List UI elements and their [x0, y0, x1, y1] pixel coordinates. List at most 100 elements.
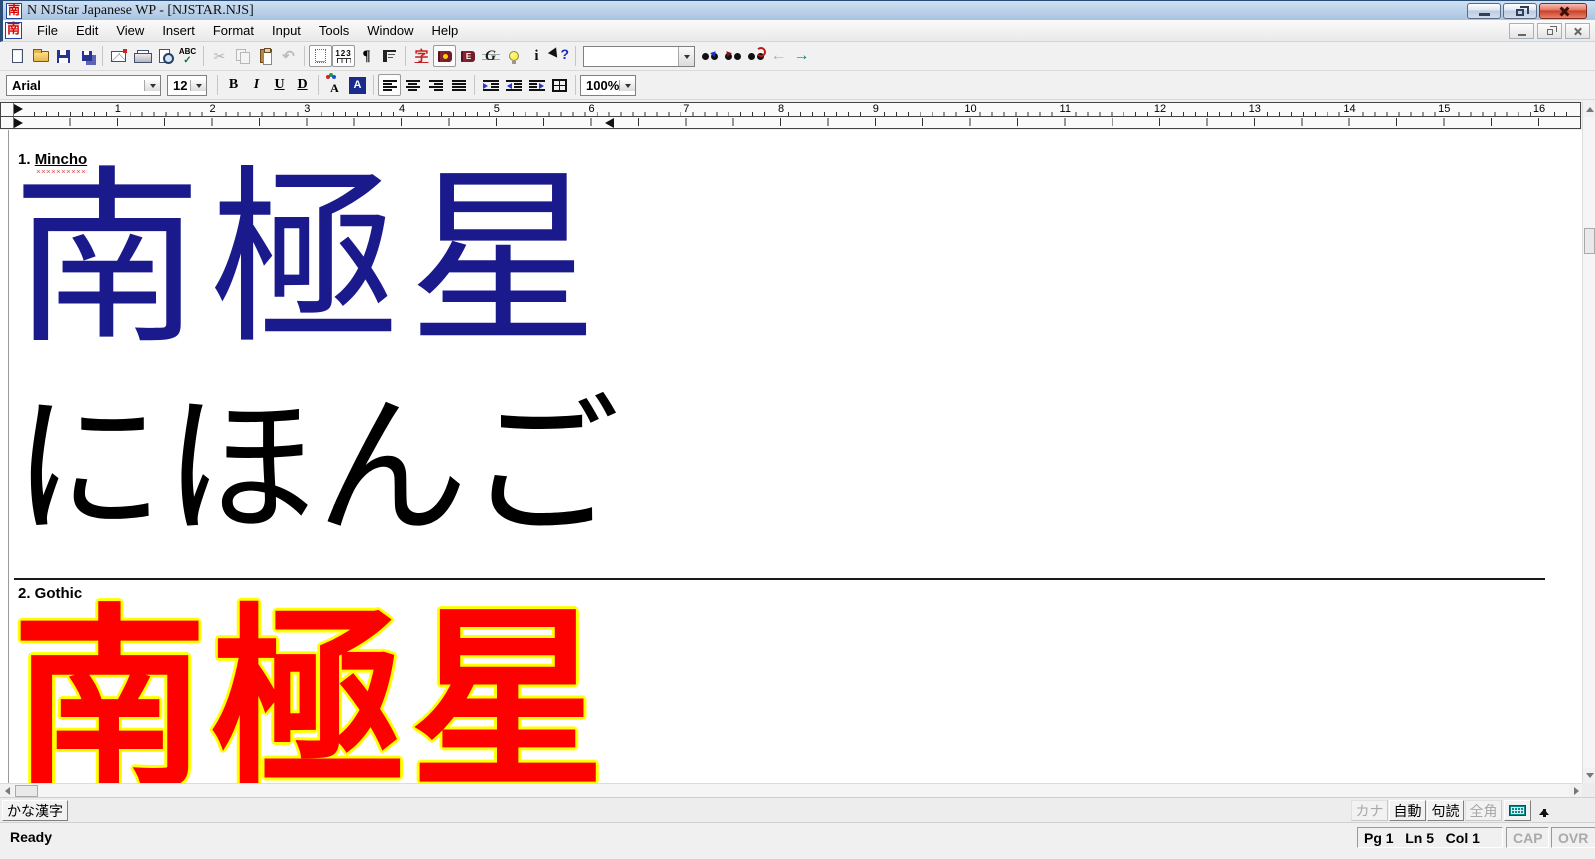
- mdi-minimize-button[interactable]: [1509, 23, 1534, 39]
- bold-button[interactable]: B: [222, 74, 245, 96]
- menu-help[interactable]: Help: [423, 21, 468, 40]
- search-input[interactable]: [584, 47, 678, 66]
- email-button[interactable]: [107, 45, 130, 67]
- mdi-close-button[interactable]: [1565, 23, 1590, 39]
- tips-button[interactable]: [502, 45, 525, 67]
- navigate-forward-button[interactable]: →: [790, 45, 813, 67]
- minimize-button[interactable]: [1467, 3, 1501, 19]
- left-indent-marker[interactable]: [14, 118, 29, 128]
- menu-input[interactable]: Input: [263, 21, 310, 40]
- ime-punctuation-toggle[interactable]: 句読: [1427, 800, 1464, 821]
- highlight-button[interactable]: A: [346, 74, 369, 96]
- right-indent-marker[interactable]: [599, 118, 614, 128]
- ruler[interactable]: 12345678910111213141516: [0, 102, 1581, 129]
- show-paragraph-marks-button[interactable]: ¶: [355, 45, 378, 67]
- hanging-indent-button[interactable]: [525, 74, 548, 96]
- scroll-left-button[interactable]: [0, 784, 14, 798]
- horizontal-scroll-thumb[interactable]: [15, 785, 38, 797]
- font-color-button[interactable]: A: [323, 74, 346, 96]
- menu-edit[interactable]: Edit: [67, 21, 107, 40]
- underline-button[interactable]: U: [268, 74, 291, 96]
- up-arrow-icon: [1586, 103, 1594, 112]
- scroll-right-button[interactable]: [1569, 784, 1583, 798]
- menu-format[interactable]: Format: [204, 21, 263, 40]
- line-numbers-button[interactable]: 123: [332, 45, 355, 67]
- save-button[interactable]: [52, 45, 75, 67]
- font-name-dropdown-button[interactable]: [144, 80, 160, 91]
- ruler-number: 11: [1058, 103, 1073, 116]
- print-preview-icon: [159, 49, 170, 63]
- ime-bar-collapse-button[interactable]: [1533, 800, 1555, 821]
- ime-zenkaku-toggle-disabled[interactable]: 全角: [1465, 800, 1502, 821]
- align-center-button[interactable]: [401, 74, 424, 96]
- menu-view[interactable]: View: [107, 21, 153, 40]
- find-replace-button[interactable]: [744, 45, 767, 67]
- font-name-combo[interactable]: Arial: [6, 75, 161, 96]
- spell-check-button[interactable]: ABC ✓: [176, 45, 199, 67]
- align-justify-button[interactable]: [447, 74, 470, 96]
- cursor-position-panel: Pg 1 Ln 5 Col 1: [1357, 827, 1503, 848]
- ime-auto-toggle[interactable]: 自動: [1389, 800, 1426, 821]
- scroll-up-button[interactable]: [1583, 102, 1595, 117]
- document-area[interactable]: 1. Mincho 南極星 にほんご 2. Gothic 南極星: [0, 130, 1583, 783]
- cut-button-disabled[interactable]: ✂: [208, 45, 231, 67]
- hanging-indent-icon: [529, 80, 545, 91]
- gothic-sample-text: 南極星: [12, 595, 609, 783]
- navigate-back-button-disabled[interactable]: ←: [767, 45, 790, 67]
- save-all-button[interactable]: [75, 45, 98, 67]
- ruler-number: 9: [871, 103, 881, 116]
- insert-table-button[interactable]: [548, 74, 571, 96]
- context-help-button[interactable]: ?: [548, 45, 571, 67]
- mdi-restore-button[interactable]: [1537, 23, 1562, 39]
- first-line-indent-marker[interactable]: [14, 104, 29, 114]
- grammar-button[interactable]: G: [479, 45, 502, 67]
- double-underline-button[interactable]: D: [291, 74, 314, 96]
- zoom-dropdown-button[interactable]: [619, 80, 635, 91]
- left-arrow-icon: [1, 787, 10, 795]
- outline-view-button[interactable]: [309, 45, 332, 67]
- print-button[interactable]: [130, 45, 153, 67]
- menu-window[interactable]: Window: [358, 21, 422, 40]
- find-next-button[interactable]: [698, 45, 721, 67]
- vertical-scrollbar[interactable]: [1582, 102, 1595, 783]
- scroll-down-button[interactable]: [1583, 768, 1595, 783]
- paste-button[interactable]: [254, 45, 277, 67]
- font-size-combo[interactable]: 12: [167, 75, 207, 96]
- print-preview-button[interactable]: [153, 45, 176, 67]
- app-icon[interactable]: 南: [6, 3, 22, 19]
- find-previous-button[interactable]: [721, 45, 744, 67]
- tab-settings-button[interactable]: [378, 45, 401, 67]
- ime-keyboard-button[interactable]: [1504, 800, 1531, 821]
- ime-mode-button[interactable]: かな漢字: [2, 800, 68, 821]
- ruler-number: 5: [492, 103, 502, 116]
- horizontal-scrollbar[interactable]: [0, 783, 1583, 797]
- align-right-button[interactable]: [424, 74, 447, 96]
- menu-insert[interactable]: Insert: [153, 21, 204, 40]
- undo-button-disabled[interactable]: ↶: [277, 45, 300, 67]
- new-document-button[interactable]: [6, 45, 29, 67]
- furigana-button[interactable]: 字: [410, 45, 433, 67]
- info-button[interactable]: i: [525, 45, 548, 67]
- font-size-dropdown-button[interactable]: [190, 80, 206, 91]
- search-dropdown-button[interactable]: [678, 47, 694, 66]
- japanese-dictionary-button[interactable]: [433, 45, 456, 67]
- status-message: Ready: [10, 829, 52, 845]
- print-icon: [134, 50, 150, 63]
- menu-file[interactable]: File: [28, 21, 67, 40]
- decrease-indent-button[interactable]: [502, 74, 525, 96]
- zoom-combo[interactable]: 100%: [580, 75, 636, 96]
- vertical-scroll-thumb[interactable]: [1584, 228, 1595, 254]
- english-dictionary-button[interactable]: E: [456, 45, 479, 67]
- close-button[interactable]: [1539, 3, 1587, 19]
- ime-katakana-toggle-disabled[interactable]: カナ: [1351, 800, 1388, 821]
- copy-button-disabled[interactable]: [231, 45, 254, 67]
- align-left-button[interactable]: [378, 74, 401, 96]
- open-button[interactable]: [29, 45, 52, 67]
- italic-button[interactable]: I: [245, 74, 268, 96]
- restore-button[interactable]: [1503, 3, 1537, 19]
- menu-tools[interactable]: Tools: [310, 21, 358, 40]
- increase-indent-button[interactable]: [479, 74, 502, 96]
- toolbar-separator: [474, 75, 475, 95]
- document-icon[interactable]: 南: [5, 22, 22, 39]
- ruler-number: 16: [1531, 103, 1547, 116]
